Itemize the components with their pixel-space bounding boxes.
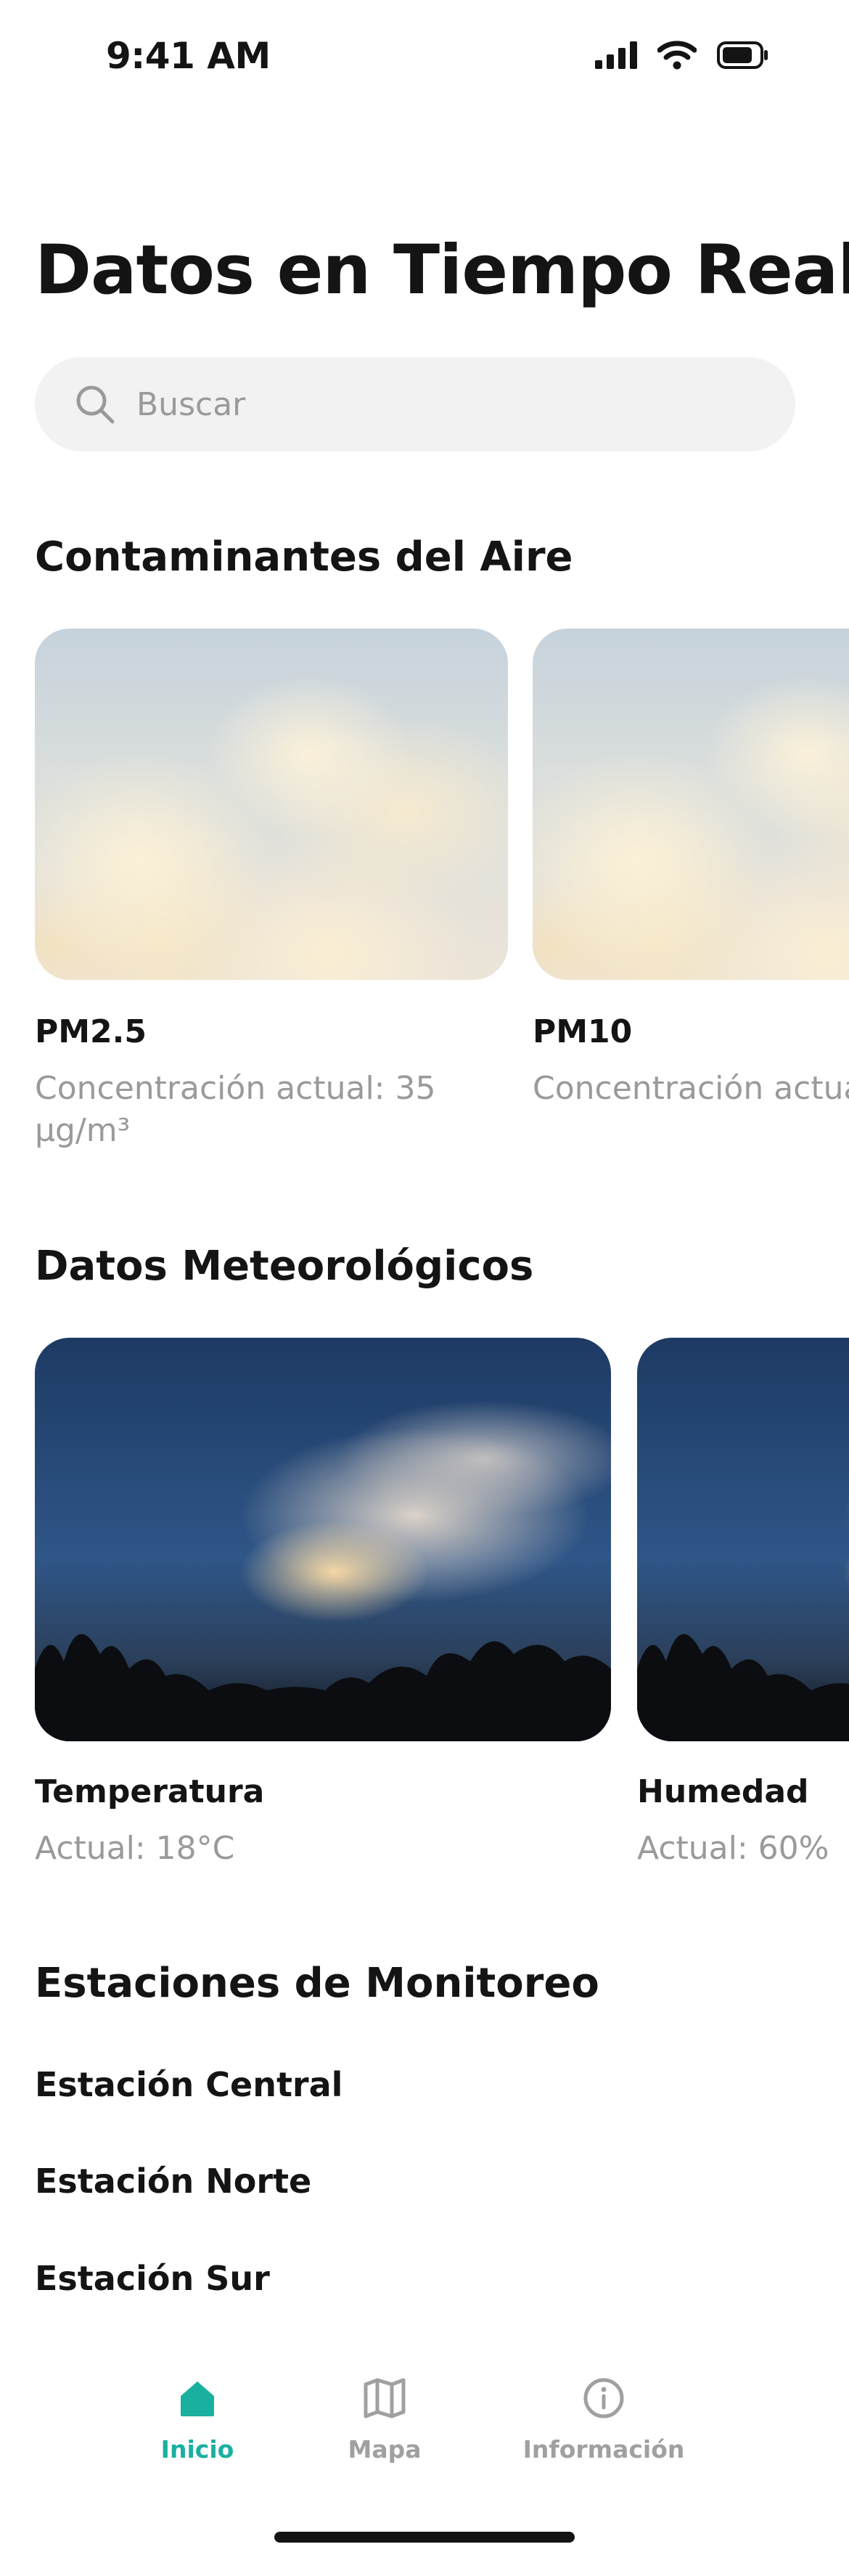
- card-image: [35, 1338, 611, 1741]
- card-image: [637, 1338, 849, 1741]
- station-item-norte[interactable]: Estación Norte: [35, 2162, 311, 2201]
- search-icon: [74, 383, 116, 425]
- search-input[interactable]: [136, 385, 731, 423]
- card-subtitle: Concentración actual: [533, 1070, 849, 1107]
- station-item-sur[interactable]: Estación Sur: [35, 2259, 270, 2298]
- air-pollutants-carousel[interactable]: PM2.5 Concentración actual: 35 µg/m³ PM1…: [35, 629, 849, 1166]
- status-time: 9:41 AM: [106, 35, 271, 77]
- page-title: Datos en Tiempo Real: [35, 231, 849, 310]
- pollutant-card[interactable]: PM10 Concentración actual: [533, 629, 849, 1152]
- wifi-icon: [657, 41, 697, 73]
- card-title: Temperatura: [35, 1773, 265, 1810]
- weather-carousel[interactable]: Temperatura Actual: 18°C Humedad Actual:…: [35, 1338, 849, 1889]
- card-image: [533, 629, 849, 980]
- card-subtitle: Concentración actual: 35 µg/m³: [35, 1070, 436, 1149]
- battery-icon: [717, 41, 769, 72]
- tab-label: Información: [522, 2435, 685, 2463]
- tab-label: Inicio: [160, 2435, 234, 2463]
- tab-informacion[interactable]: Información: [517, 2377, 691, 2463]
- section-title-stations: Estaciones de Monitoreo: [35, 1960, 599, 2007]
- pollutant-card[interactable]: PM2.5 Concentración actual: 35 µg/m³: [35, 629, 508, 1152]
- status-bar: 9:41 AM: [0, 0, 849, 116]
- home-indicator: [274, 2532, 575, 2543]
- weather-card[interactable]: Temperatura Actual: 18°C: [35, 1338, 611, 1870]
- tab-inicio[interactable]: Inicio: [110, 2377, 284, 2463]
- weather-card[interactable]: Humedad Actual: 60%: [637, 1338, 849, 1870]
- section-title-weather: Datos Meteorológicos: [35, 1243, 534, 1290]
- card-subtitle: Actual: 60%: [637, 1830, 829, 1867]
- search-bar[interactable]: [35, 357, 795, 451]
- station-item-central[interactable]: Estación Central: [35, 2065, 343, 2104]
- card-title: Humedad: [637, 1773, 809, 1810]
- tab-label: Mapa: [348, 2435, 422, 2463]
- card-title: PM10: [533, 1013, 633, 1050]
- card-subtitle: Actual: 18°C: [35, 1830, 235, 1867]
- card-image: [35, 629, 508, 980]
- card-title: PM2.5: [35, 1013, 147, 1050]
- cellular-signal-icon: [595, 41, 637, 72]
- home-icon: [176, 2377, 218, 2422]
- tab-mapa[interactable]: Mapa: [298, 2377, 472, 2463]
- map-icon: [363, 2377, 406, 2422]
- section-title-air-pollutants: Contaminantes del Aire: [35, 533, 573, 581]
- status-icons: [595, 41, 769, 73]
- info-icon: [582, 2377, 626, 2422]
